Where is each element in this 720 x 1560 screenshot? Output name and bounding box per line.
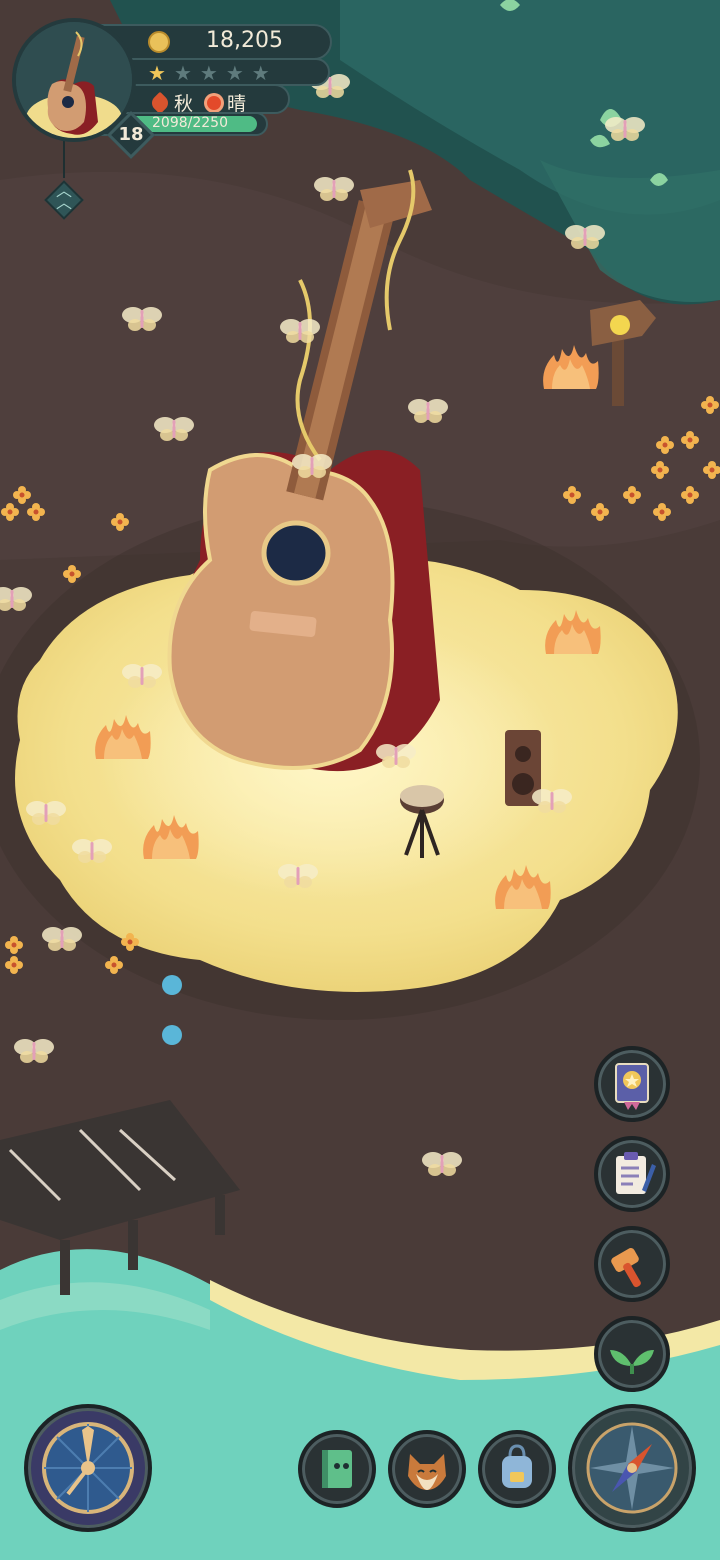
achievements-button[interactable] [594,1046,670,1122]
book-icon [322,1450,352,1488]
achievement-badge-icon [615,1063,649,1110]
star-icon: ★ [148,61,166,85]
coin-count: 18,205 [206,28,283,53]
tasks-button[interactable] [594,1136,670,1212]
build-button[interactable] [594,1226,670,1302]
coin-icon [148,31,170,53]
inventory-button[interactable] [478,1430,556,1508]
sun-icon [207,95,222,110]
clock-icon [42,1422,134,1514]
double-chevron-up-icon: ︿ ︿ [55,181,72,212]
backpack-icon [502,1444,532,1488]
level-badge: 18 [106,110,156,160]
journal-button[interactable] [298,1430,376,1508]
star-icon: ★ [225,61,244,85]
hammer-icon [611,1248,641,1288]
task-clipboard-icon [616,1152,656,1194]
star-icon: ★ [173,61,192,85]
star-icon: ★ [199,61,218,85]
companion-button[interactable] [388,1430,466,1508]
star-rating: ★ ★ ★ ★ ★ [148,61,270,85]
map-button[interactable] [568,1404,696,1532]
chain-divider [63,140,65,178]
time-button[interactable] [24,1404,152,1532]
level-number: 18 [118,124,144,145]
coin-bar: 18,205 [100,24,332,60]
expand-hud-button[interactable]: ︿ ︿ [44,180,84,220]
xp-text: 2098/2250 [152,115,228,131]
fox-icon [408,1454,446,1490]
plant-button[interactable] [594,1316,670,1392]
compass-icon [586,1422,678,1514]
sprout-icon [610,1350,654,1374]
star-icon: ★ [251,61,270,85]
